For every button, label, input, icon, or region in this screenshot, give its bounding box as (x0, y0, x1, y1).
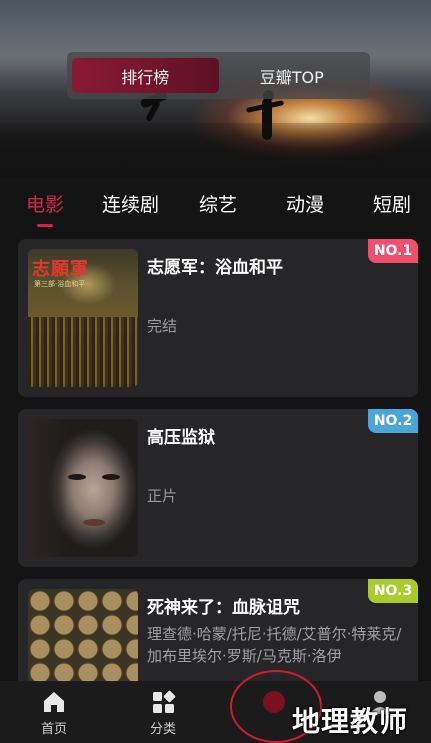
tab-movie[interactable]: 电影 (26, 190, 64, 217)
poster-image: 志願軍 第三部·浴血和平 (28, 249, 138, 387)
category-icon (153, 690, 176, 713)
category-tabs: 电影 连续剧 综艺 动漫 短剧 (0, 178, 431, 230)
nav-home-label: 首页 (40, 722, 67, 737)
poster-lips (83, 519, 105, 526)
poster-title: 志願軍 (32, 259, 89, 280)
rank-badge: NO.2 (368, 409, 418, 433)
nav-category-label: 分类 (149, 722, 176, 737)
item-title: 死神来了：血脉诅咒 (147, 598, 300, 618)
item-status: 完结 (147, 317, 178, 335)
tab-variety[interactable]: 综艺 (199, 190, 237, 217)
poster-crowd (28, 317, 138, 387)
poster-eye (102, 474, 120, 480)
segment-douban-top[interactable]: 豆瓣TOP (219, 58, 366, 93)
segment-control: 排行榜 豆瓣TOP (67, 52, 370, 99)
nav-home[interactable]: 首页 (24, 689, 84, 737)
tab-series[interactable]: 连续剧 (102, 190, 159, 217)
poster-image (28, 419, 138, 557)
item-title: 志愿军：浴血和平 (147, 258, 283, 278)
rank-badge: NO.3 (368, 579, 418, 603)
list-item[interactable]: 志願軍 第三部·浴血和平 志愿军：浴血和平 完结 NO.1 (18, 239, 418, 397)
poster-eye (68, 474, 86, 480)
tab-anime[interactable]: 动漫 (286, 190, 324, 217)
item-status: 正片 (147, 487, 178, 505)
home-icon (44, 692, 64, 712)
tab-short-drama[interactable]: 短剧 (373, 190, 411, 217)
segment-ranking[interactable]: 排行榜 (72, 58, 219, 93)
watermark: 地理教师 (230, 670, 430, 743)
watermark-text: 地理教师 (292, 705, 409, 738)
hero-banner: 排行榜 豆瓣TOP (0, 0, 431, 178)
poster-hair (28, 419, 68, 557)
item-cast: 理查德·哈蒙/托尼·托德/艾普尔·特莱克/加布里埃尔·罗斯/马克斯·洛伊 (147, 625, 402, 665)
ground-shadow (0, 123, 431, 178)
rank-badge: NO.1 (368, 239, 418, 263)
nav-category[interactable]: 分类 (133, 689, 193, 737)
item-title: 高压监狱 (147, 428, 215, 448)
list-item[interactable]: 高压监狱 正片 NO.2 (18, 409, 418, 567)
poster-subtitle: 第三部·浴血和平 (34, 280, 86, 288)
active-tab-indicator (37, 224, 53, 227)
